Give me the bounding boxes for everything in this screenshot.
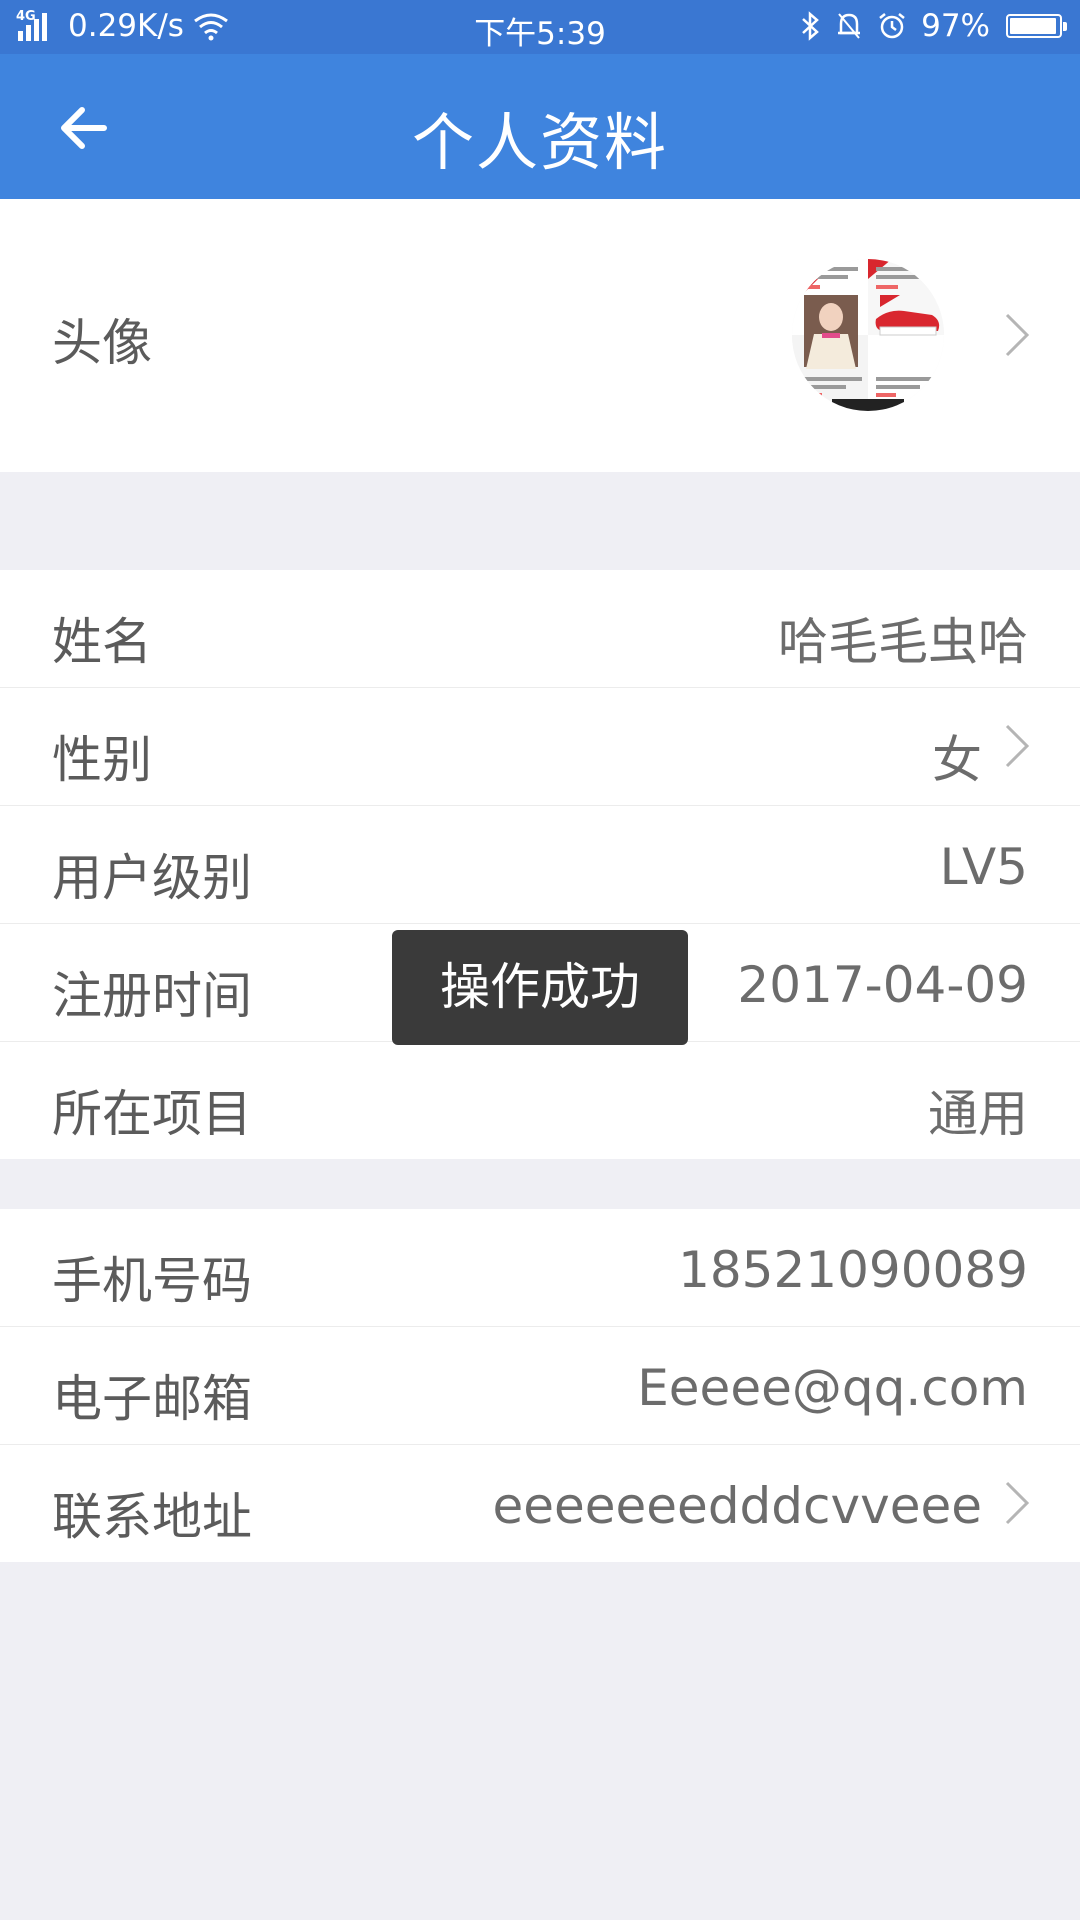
register-date-value: 2017-04-09: [737, 956, 1028, 1014]
row-email[interactable]: 电子邮箱 Eeeee@qq.com: [0, 1327, 1080, 1445]
chevron-right-icon: [1005, 313, 1030, 357]
row-project: 所在项目 通用: [0, 1042, 1080, 1159]
project-label: 所在项目: [52, 1085, 252, 1143]
row-user-level: 用户级别 LV5: [0, 806, 1080, 924]
avatar-section: 头像: [0, 199, 1080, 472]
name-label: 姓名: [52, 613, 152, 671]
phone-value: 18521090089: [678, 1241, 1028, 1299]
row-phone[interactable]: 手机号码 18521090089: [0, 1209, 1080, 1327]
avatar-label: 头像: [52, 314, 152, 372]
row-name[interactable]: 姓名 哈毛毛虫哈: [0, 570, 1080, 688]
user-level-value: LV5: [939, 838, 1028, 896]
row-gender[interactable]: 性别 女: [0, 688, 1080, 806]
status-right: 97%: [799, 8, 1067, 44]
email-label: 电子邮箱: [52, 1370, 252, 1428]
bluetooth-icon: [802, 11, 819, 41]
alarm-icon: [879, 13, 905, 39]
avatar: [792, 259, 944, 411]
name-value: 哈毛毛虫哈: [778, 613, 1028, 671]
address-value: eeeeeeedddcvveee: [492, 1477, 982, 1535]
gender-label: 性别: [52, 731, 152, 789]
email-value: Eeeee@qq.com: [637, 1359, 1028, 1417]
phone-label: 手机号码: [52, 1252, 252, 1310]
address-label: 联系地址: [52, 1488, 252, 1546]
row-address[interactable]: 联系地址 eeeeeeedddcvveee: [0, 1445, 1080, 1562]
chevron-right-icon: [1005, 724, 1030, 768]
avatar-row[interactable]: 头像: [0, 199, 1080, 472]
register-date-label: 注册时间: [52, 967, 252, 1025]
project-value: 通用: [928, 1085, 1028, 1143]
avatar-image: [792, 259, 944, 411]
toast-message: 操作成功: [392, 930, 688, 1045]
contact-section: 手机号码 18521090089 电子邮箱 Eeeee@qq.com 联系地址 …: [0, 1209, 1080, 1562]
nav-bar: 个人资料: [0, 54, 1080, 199]
status-bar: 4G 0.29K/s 下午5:39 97%: [0, 0, 1080, 54]
battery-icon: [1006, 14, 1067, 38]
battery-percent: 97%: [921, 8, 990, 44]
bell-icon: [838, 13, 861, 39]
basic-info-section: 姓名 哈毛毛虫哈 性别 女 用户级别 LV5 注册时间 2017-04-09 所…: [0, 570, 1080, 1159]
chevron-right-icon: [1005, 1481, 1030, 1525]
page-title: 个人资料: [411, 106, 668, 179]
gender-value: 女: [932, 731, 982, 789]
user-level-label: 用户级别: [52, 849, 252, 907]
